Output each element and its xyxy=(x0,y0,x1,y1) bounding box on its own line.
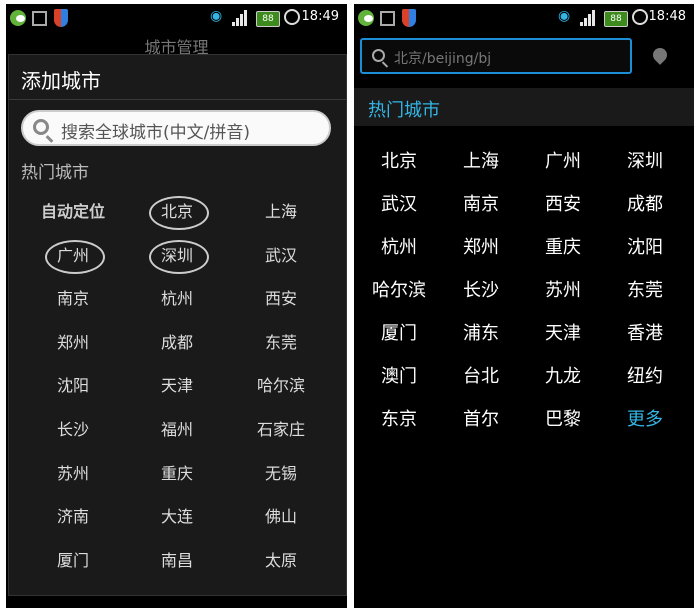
city-item[interactable]: 郑州 xyxy=(440,226,522,269)
city-item[interactable]: 澳门 xyxy=(358,355,440,398)
city-item[interactable]: 西安 xyxy=(522,183,604,226)
city-item[interactable]: 沈阳 xyxy=(604,226,686,269)
city-item[interactable]: 石家庄 xyxy=(231,408,331,452)
left-screen: ◉ 88 18:49 城市管理 添加城市 搜索全球城市(中文/拼音) 热门城市 … xyxy=(6,4,347,608)
highlight-circle xyxy=(149,239,209,274)
city-item[interactable]: 南京 xyxy=(23,277,123,321)
search-icon xyxy=(372,49,385,62)
city-item[interactable]: 佛山 xyxy=(231,495,331,539)
city-item[interactable]: 长沙 xyxy=(440,269,522,312)
city-item[interactable]: 无锡 xyxy=(231,452,331,496)
battery-icon: 88 xyxy=(256,11,280,27)
city-item[interactable]: 北京 xyxy=(358,140,440,183)
add-city-dialog: 添加城市 搜索全球城市(中文/拼音) 热门城市 自动定位 北京 上海 广州 深圳 武汉 南京… xyxy=(8,54,347,596)
city-item[interactable]: 武汉 xyxy=(358,183,440,226)
hot-cities-header: 热门城市 xyxy=(354,88,694,126)
city-item[interactable]: 天津 xyxy=(127,364,227,408)
city-item[interactable]: 杭州 xyxy=(127,277,227,321)
city-item[interactable]: 台北 xyxy=(440,355,522,398)
city-item[interactable]: 厦门 xyxy=(23,539,123,583)
city-item[interactable]: 哈尔滨 xyxy=(358,269,440,312)
city-item[interactable]: 首尔 xyxy=(440,398,522,441)
search-placeholder: 搜索全球城市(中文/拼音) xyxy=(61,123,250,143)
city-item[interactable]: 郑州 xyxy=(23,321,123,365)
city-item[interactable]: 天津 xyxy=(522,312,604,355)
city-item[interactable]: 杭州 xyxy=(358,226,440,269)
city-item[interactable]: 济南 xyxy=(23,495,123,539)
shield-icon xyxy=(54,9,68,27)
city-item[interactable]: 广州 xyxy=(522,140,604,183)
city-item[interactable]: 南京 xyxy=(440,183,522,226)
city-search-input[interactable]: 搜索全球城市(中文/拼音) xyxy=(21,110,331,146)
wechat-icon xyxy=(358,10,374,26)
city-item[interactable]: 太原 xyxy=(231,539,331,583)
city-item[interactable]: 浦东 xyxy=(440,312,522,355)
city-item[interactable]: 成都 xyxy=(127,321,227,365)
wifi-icon: ◉ xyxy=(558,8,571,24)
city-item[interactable]: 苏州 xyxy=(23,452,123,496)
battery-icon: 88 xyxy=(604,11,628,27)
city-item[interactable]: 深圳 xyxy=(604,140,686,183)
status-bar: ◉ 88 18:49 xyxy=(6,4,347,32)
location-pin-icon[interactable] xyxy=(650,45,670,65)
city-item[interactable]: 东莞 xyxy=(604,269,686,312)
hot-cities-label: 热门城市 xyxy=(368,100,440,121)
highlight-circle xyxy=(149,196,209,230)
city-item[interactable]: 厦门 xyxy=(358,312,440,355)
city-item[interactable]: 巴黎 xyxy=(522,398,604,441)
wechat-icon xyxy=(10,10,26,26)
city-item[interactable]: 沈阳 xyxy=(23,364,123,408)
highlight-circle xyxy=(45,239,105,274)
city-item[interactable]: 哈尔滨 xyxy=(231,364,331,408)
city-item[interactable]: 成都 xyxy=(604,183,686,226)
city-item[interactable]: 长沙 xyxy=(23,408,123,452)
city-item[interactable]: 纽约 xyxy=(604,355,686,398)
city-item[interactable]: 大连 xyxy=(127,495,227,539)
divider xyxy=(9,99,346,100)
city-item[interactable]: 上海 xyxy=(231,190,331,234)
more-link[interactable]: 更多 xyxy=(604,398,686,441)
city-search-input[interactable]: 北京/beijing/bj xyxy=(360,38,632,74)
signal-icon xyxy=(580,10,598,26)
city-item[interactable]: 东京 xyxy=(358,398,440,441)
city-item[interactable]: 苏州 xyxy=(522,269,604,312)
city-item[interactable]: 香港 xyxy=(604,312,686,355)
clock: 18:48 xyxy=(648,9,686,24)
city-item[interactable]: 武汉 xyxy=(231,234,331,278)
alarm-icon xyxy=(284,9,300,25)
signal-icon xyxy=(232,10,250,26)
clock: 18:49 xyxy=(301,9,339,24)
right-screen: ◉ 88 18:48 北京/beijing/bj 热门城市 北京 上海 广州 深圳武汉… xyxy=(354,4,694,608)
mail-icon xyxy=(32,11,47,26)
search-icon xyxy=(33,119,49,135)
wifi-icon: ◉ xyxy=(210,8,223,24)
search-text: 北京/beijing/bj xyxy=(394,51,492,67)
alarm-icon xyxy=(632,9,648,25)
city-item[interactable]: 福州 xyxy=(127,408,227,452)
city-item[interactable]: 西安 xyxy=(231,277,331,321)
shield-icon xyxy=(402,9,416,27)
auto-locate-button[interactable]: 自动定位 xyxy=(23,190,123,234)
city-item[interactable]: 东莞 xyxy=(231,321,331,365)
city-item[interactable]: 重庆 xyxy=(127,452,227,496)
city-item[interactable]: 九龙 xyxy=(522,355,604,398)
city-item[interactable]: 重庆 xyxy=(522,226,604,269)
city-item[interactable]: 南昌 xyxy=(127,539,227,583)
mail-icon xyxy=(380,11,395,26)
status-bar: ◉ 88 18:48 xyxy=(354,4,694,32)
dialog-title: 添加城市 xyxy=(21,69,101,93)
hot-cities-label: 热门城市 xyxy=(21,163,89,183)
city-item[interactable]: 上海 xyxy=(440,140,522,183)
